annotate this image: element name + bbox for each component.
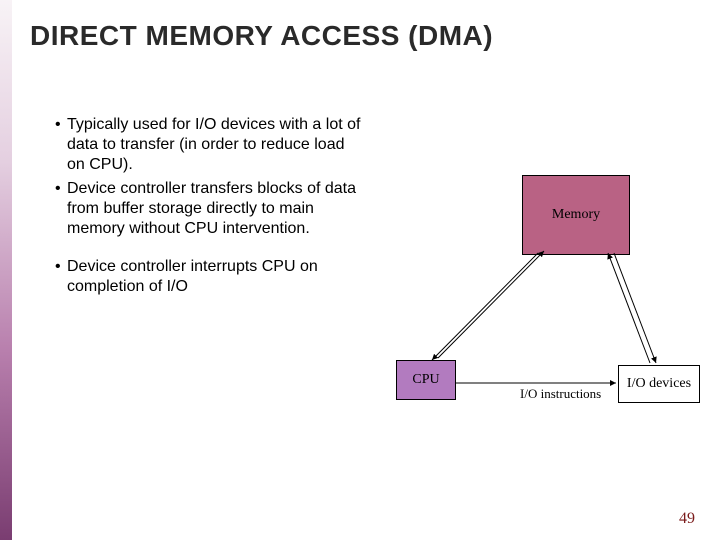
memory-label: Memory bbox=[552, 207, 600, 223]
bullet-content: • Typically used for I/O devices with a … bbox=[55, 115, 365, 301]
io-devices-box: I/O devices bbox=[618, 365, 700, 403]
dma-diagram: Memory CPU I/O devices I/O instructions bbox=[388, 175, 708, 425]
bullet-text: Device controller interrupts CPU on comp… bbox=[67, 258, 318, 295]
bullet-dot-icon: • bbox=[55, 115, 61, 135]
memory-box: Memory bbox=[522, 175, 630, 255]
cpu-label: CPU bbox=[412, 372, 439, 388]
io-devices-label: I/O devices bbox=[627, 376, 691, 392]
bullet-text: Device controller transfers blocks of da… bbox=[67, 180, 356, 237]
bullet-item: • Device controller transfers blocks of … bbox=[55, 179, 365, 239]
bullet-item: • Typically used for I/O devices with a … bbox=[55, 115, 365, 175]
bullet-item: • Device controller interrupts CPU on co… bbox=[55, 257, 365, 297]
bullet-dot-icon: • bbox=[55, 257, 61, 277]
page-number: 49 bbox=[679, 510, 695, 528]
sidebar-gradient bbox=[0, 0, 12, 540]
bullet-text: Typically used for I/O devices with a lo… bbox=[67, 116, 360, 173]
cpu-box: CPU bbox=[396, 360, 456, 400]
io-instructions-label: I/O instructions bbox=[520, 386, 601, 402]
bullet-dot-icon: • bbox=[55, 179, 61, 199]
page-title: DIRECT MEMORY ACCESS (DMA) bbox=[30, 20, 493, 52]
